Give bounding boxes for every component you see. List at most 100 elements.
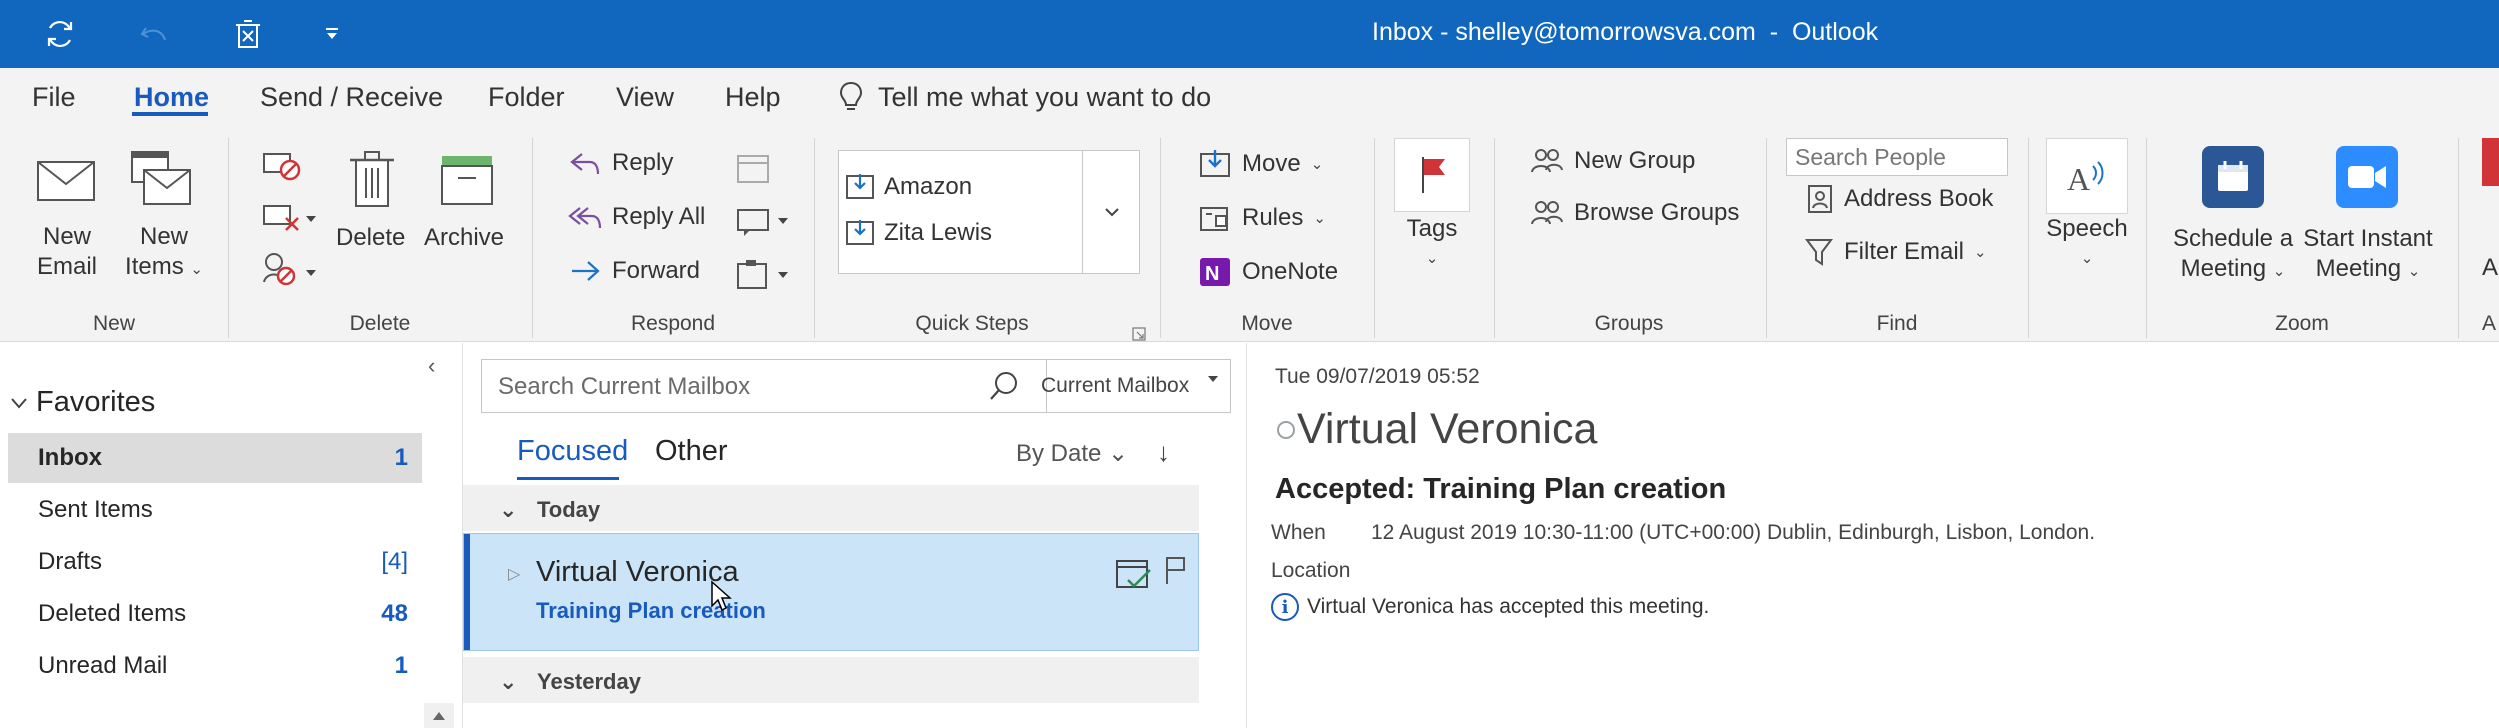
section-yesterday[interactable]: ⌄ Yesterday — [463, 657, 1199, 703]
reply-all-icon — [568, 207, 602, 229]
unread-count: 1 — [394, 444, 408, 471]
search-mailbox-input[interactable]: Search Current Mailbox — [481, 359, 1047, 413]
tab-send-receive[interactable]: Send / Receive — [260, 82, 443, 113]
expand-thread-icon[interactable]: ▷ — [508, 564, 520, 584]
reply-all-button[interactable]: Reply All — [568, 202, 705, 232]
delete-button[interactable] — [346, 148, 398, 217]
customize-icon[interactable] — [312, 14, 352, 54]
browse-groups-button[interactable]: Browse Groups — [1530, 198, 1739, 228]
archive-button[interactable] — [438, 152, 496, 217]
folder-deleted-items[interactable]: Deleted Items 48 — [8, 589, 422, 639]
location-label: Location — [1271, 559, 1351, 582]
search-scope-label: Current Mailbox — [1041, 374, 1190, 397]
cut-off-ribbon-icon[interactable] — [2482, 138, 2499, 186]
group-label-quick-steps: Quick Steps — [915, 312, 1029, 335]
schedule-meeting-label: Schedule a Meeting ⌄ — [2172, 225, 2294, 282]
sort-by-dropdown[interactable]: By Date ⌄ — [1016, 439, 1128, 468]
filter-email-button[interactable]: Filter Email ⌄ — [1804, 236, 1987, 268]
meeting-reply-icon[interactable] — [734, 150, 774, 193]
search-people-input[interactable]: Search People — [1786, 138, 2008, 176]
mail-item-selected[interactable]: ▷ Virtual Veronica Training Plan creatio… — [463, 533, 1199, 651]
svg-text:A: A — [2067, 161, 2090, 197]
delete-label: Delete — [336, 224, 406, 251]
unread-count: 1 — [394, 652, 408, 679]
window-title: Inbox - shelley@tomorrowsva.com - Outloo… — [1372, 18, 1879, 46]
tab-home[interactable]: Home — [134, 82, 209, 113]
tell-me-search[interactable]: Tell me what you want to do — [838, 80, 1211, 114]
new-items-label: New Items ⌄ — [125, 223, 203, 280]
tab-view[interactable]: View — [616, 82, 674, 113]
scroll-up-icon[interactable] — [424, 703, 454, 728]
folder-drafts[interactable]: Drafts [4] — [8, 537, 422, 587]
im-reply-icon[interactable] — [734, 204, 794, 247]
folder-inbox[interactable]: Inbox 1 — [8, 433, 422, 483]
reply-icon — [570, 153, 600, 175]
group-label-groups: Groups — [1594, 312, 1664, 335]
schedule-meeting-button[interactable] — [2202, 146, 2264, 208]
onenote-button[interactable]: N OneNote — [1198, 256, 1338, 288]
ribbon-tabs: File Home Send / Receive Folder View Hel… — [0, 68, 2499, 130]
tags-button[interactable] — [1394, 138, 1470, 212]
quick-step-zita-label: Zita Lewis — [884, 219, 993, 246]
forward-button[interactable]: Forward — [568, 256, 700, 286]
delete-icon[interactable] — [228, 14, 268, 54]
ribbon-separator — [1374, 138, 1375, 338]
sort-by-label: By Date — [1016, 440, 1102, 467]
quick-step-zita-lewis[interactable]: Zita Lewis — [844, 218, 992, 248]
tab-folder[interactable]: Folder — [488, 82, 565, 113]
people-icon — [1531, 149, 1563, 173]
clean-up-icon[interactable] — [262, 200, 322, 241]
selection-bar — [464, 534, 470, 650]
speech-button[interactable]: A — [2046, 138, 2128, 214]
presence-icon — [1277, 421, 1295, 439]
move-label: Move — [1242, 150, 1301, 177]
active-tab-indicator — [132, 112, 208, 116]
new-email-button[interactable] — [34, 150, 98, 217]
ribbon-separator — [1766, 138, 1767, 338]
quick-step-amazon[interactable]: Amazon — [844, 172, 972, 202]
move-to-folder-icon — [846, 220, 874, 245]
group-label-respond: Respond — [630, 312, 716, 335]
rules-label: Rules — [1242, 204, 1304, 231]
reply-button[interactable]: Reply — [568, 148, 673, 178]
search-icon[interactable] — [988, 369, 1022, 403]
more-respond-icon[interactable] — [734, 256, 794, 299]
message-list: Search Current Mailbox Current Mailbox F… — [462, 343, 1246, 728]
lightbulb-icon — [839, 81, 863, 110]
group-label-find: Find — [1876, 312, 1918, 335]
folder-label: Deleted Items — [38, 600, 187, 627]
rules-button[interactable]: Rules ⌄ — [1198, 202, 1326, 234]
message-sender[interactable]: Virtual Veronica — [1297, 405, 1597, 454]
undo-icon[interactable] — [134, 14, 174, 54]
new-items-button[interactable] — [128, 148, 194, 219]
tab-file[interactable]: File — [32, 82, 76, 113]
people-icon — [1531, 201, 1563, 225]
chevron-down-icon — [1104, 208, 1119, 217]
junk-icon[interactable] — [262, 250, 322, 295]
chevron-down-icon: ⌄ — [499, 669, 518, 694]
ribbon-separator — [532, 138, 533, 338]
favorites-header[interactable]: Favorites — [10, 386, 155, 419]
new-group-label: New Group — [1574, 147, 1696, 174]
unread-count: 48 — [381, 600, 408, 627]
sort-order-icon[interactable]: ↓ — [1157, 437, 1170, 468]
new-group-button[interactable]: New Group — [1530, 146, 1695, 176]
sync-icon[interactable] — [40, 14, 80, 54]
start-instant-meeting-button[interactable] — [2336, 146, 2398, 208]
address-book-button[interactable]: Address Book — [1806, 184, 1993, 214]
flag-icon[interactable] — [1162, 554, 1188, 586]
folder-sent-items[interactable]: Sent Items — [8, 485, 422, 535]
read-aloud-icon: A — [2067, 161, 2104, 197]
tab-focused[interactable]: Focused — [517, 435, 628, 468]
tab-other[interactable]: Other — [655, 435, 728, 468]
folder-unread-mail[interactable]: Unread Mail 1 — [8, 641, 422, 691]
quick-steps-more-button[interactable] — [1082, 150, 1140, 274]
search-scope-dropdown[interactable]: Current Mailbox — [1031, 359, 1231, 413]
section-today[interactable]: ⌄ Today — [463, 485, 1199, 531]
folder-label: Sent Items — [38, 496, 153, 523]
tab-help[interactable]: Help — [725, 82, 781, 113]
ignore-icon[interactable] — [262, 148, 302, 189]
collapse-pane-icon[interactable]: ‹ — [428, 353, 435, 379]
move-to-folder-icon — [846, 174, 874, 199]
move-button[interactable]: Move ⌄ — [1198, 148, 1323, 180]
